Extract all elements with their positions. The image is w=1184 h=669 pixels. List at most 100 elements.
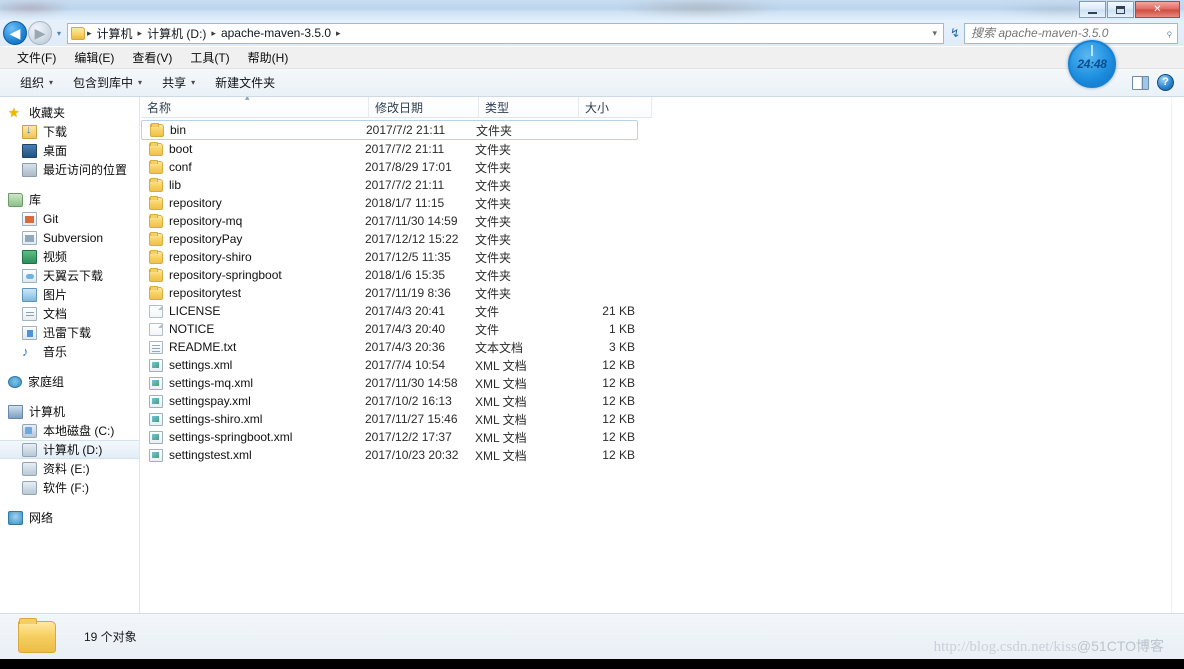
table-row[interactable]: NOTICE 2017/4/3 20:40 文件 1 KB [141,320,638,338]
xml-icon [149,376,163,390]
column-header-name[interactable]: 名称 [141,97,369,118]
sidebar-item-thunder-download[interactable]: 迅雷下载 [0,323,139,342]
table-row[interactable]: settings-shiro.xml 2017/11/27 15:46 XML 文档… [141,410,638,428]
table-row[interactable]: boot 2017/7/2 21:11 文件夹 [141,140,638,158]
file-name-label: repository-springboot [169,268,282,282]
table-row[interactable]: repositorytest 2017/11/19 8:36 文件夹 [141,284,638,302]
table-row[interactable]: settings-springboot.xml 2017/12/2 17:37 XM… [141,428,638,446]
breadcrumb-item-apache-maven[interactable]: apache-maven-3.5.0 [218,26,334,40]
sidebar-item-recent-places[interactable]: 最近访问的位置 [0,160,139,179]
table-row[interactable]: lib 2017/7/2 21:11 文件夹 [141,176,638,194]
desktop-icon [22,143,37,158]
search-input[interactable] [971,26,1167,40]
table-row[interactable]: settingspay.xml 2017/10/2 16:13 XML 文档 12 K… [141,392,638,410]
toolbar-share-button[interactable]: 共享 ▾ [152,71,205,94]
table-row[interactable]: repository-shiro 2017/12/5 11:35 文件夹 [141,248,638,266]
table-row[interactable]: bin 2017/7/2 21:11 文件夹 [141,120,638,140]
sidebar-item-desktop[interactable]: 桌面 [0,141,139,160]
breadcrumb-dropdown-icon[interactable]: ▾ [926,28,943,39]
file-name-cell: repository [149,195,365,210]
sidebar-item-pictures[interactable]: 图片 [0,285,139,304]
table-row[interactable]: LICENSE 2017/4/3 20:41 文件 21 KB [141,302,638,320]
breadcrumb-item-drive-d[interactable]: 计算机 (D:) [144,25,209,42]
timer-overlay[interactable]: 24:48 [1068,40,1116,88]
file-size-cell: 12 KB [602,448,635,462]
star-icon: ★ [8,104,20,120]
cloud-download-icon [22,268,37,283]
table-row[interactable]: repository 2018/1/7 11:15 文件夹 [141,194,638,212]
file-name-label: settings-springboot.xml [169,430,293,444]
table-row[interactable]: settingstest.xml 2017/10/23 20:32 XML 文档 12… [141,446,638,464]
folder-icon [149,213,163,228]
sidebar-item-downloads[interactable]: 下载 [0,122,139,141]
forward-button[interactable]: ▶ [28,21,52,45]
menu-item-file[interactable]: 文件(F) [8,47,65,68]
search-box[interactable]: ⌕ [964,22,1178,44]
table-row[interactable]: README.txt 2017/4/3 20:36 文本文档 3 KB [141,338,638,356]
table-row[interactable]: settings.xml 2017/7/4 10:54 XML 文档 12 KB [141,356,638,374]
menu-item-help[interactable]: 帮助(H) [239,47,298,68]
column-header-size[interactable]: 大小 [579,97,652,118]
minimize-button[interactable] [1079,1,1106,18]
sidebar-item-drive-f[interactable]: 软件 (F:) [0,478,139,497]
toolbar-new-folder-button[interactable]: 新建文件夹 [205,71,285,94]
sidebar-item-drive-e[interactable]: 资料 (E:) [0,459,139,478]
sidebar-group-libraries[interactable]: 库 [0,190,139,209]
sidebar-item-documents[interactable]: 文档 [0,304,139,323]
sidebar-item-downloads-label: 下载 [43,125,68,139]
maximize-icon [1116,5,1125,14]
sidebar-group-homegroup[interactable]: 家庭组 [0,372,139,391]
menu-item-view[interactable]: 查看(V) [123,47,181,68]
sidebar-item-drive-d[interactable]: 计算机 (D:) [0,440,139,459]
history-dropdown-icon[interactable]: ▾ [53,29,65,38]
xml-icon [149,358,163,372]
watermark-suffix: @51CTO博客 [1076,638,1164,654]
chevron-down-icon: ▾ [191,78,196,87]
sidebar-group-computer[interactable]: 计算机 [0,402,139,421]
table-row[interactable]: repository-mq 2017/11/30 14:59 文件夹 [141,212,638,230]
help-icon[interactable]: ? [1157,74,1174,91]
table-row[interactable]: repository-springboot 2018/1/6 15:35 文件夹 [141,266,638,284]
back-button[interactable]: ◀ [3,21,27,45]
refresh-icon[interactable]: ↯ [946,26,964,40]
maximize-button[interactable] [1107,1,1134,18]
file-date-cell: 2017/4/3 20:36 [365,340,446,354]
file-name-cell: repositoryPay [149,231,365,246]
file-date-cell: 2017/12/12 15:22 [365,232,459,246]
toolbar-include-in-library-button[interactable]: 包含到库中 ▾ [63,71,152,94]
column-header-date-modified[interactable]: 修改日期 [369,97,479,118]
file-size-cell: 12 KB [602,394,635,408]
sidebar-item-git[interactable]: Git [0,209,139,228]
file-name-cell: repository-mq [149,213,365,228]
table-row[interactable]: repositoryPay 2017/12/12 15:22 文件夹 [141,230,638,248]
sidebar-item-subversion[interactable]: Subversion [0,228,139,247]
close-button[interactable]: ✕ [1135,1,1180,18]
column-header-type[interactable]: 类型 [479,97,579,118]
table-row[interactable]: settings-mq.xml 2017/11/30 14:58 XML 文档 12 … [141,374,638,392]
sidebar-group-homegroup-label: 家庭组 [28,375,65,389]
file-type-cell: XML 文档 [475,394,527,409]
menu-item-tools[interactable]: 工具(T) [181,47,238,68]
sidebar-item-videos[interactable]: 视频 [0,247,139,266]
breadcrumb-separator: ▸ [336,27,341,38]
address-bar: ◀ ▶ ▾ ▸ 计算机 ▸ 计算机 (D:) ▸ apache-maven-3.… [0,20,1184,46]
file-name-label: boot [169,142,193,156]
sidebar-group-favorites[interactable]: ★ 收藏夹 [0,103,139,122]
sidebar-item-cloud-download[interactable]: 天翼云下载 [0,266,139,285]
menu-item-edit[interactable]: 编辑(E) [65,47,123,68]
file-date-cell: 2017/12/5 11:35 [365,250,451,264]
breadcrumb-bar[interactable]: ▸ 计算机 ▸ 计算机 (D:) ▸ apache-maven-3.5.0 ▸ … [67,22,944,44]
sidebar-item-drive-c[interactable]: 本地磁盘 (C:) [0,421,139,440]
breadcrumb-item-computer[interactable]: 计算机 [94,25,136,42]
file-date-cell: 2017/4/3 20:41 [365,304,446,318]
preview-pane-icon[interactable] [1132,75,1149,90]
file-list-pane: 名称 修改日期 类型 大小 ▴ bin 2017/7/2 21:11 文件夹 boot… [141,97,1184,613]
toolbar-organize-button[interactable]: 组织 ▾ [10,71,63,94]
file-date-cell: 2018/1/6 15:35 [365,268,446,282]
sidebar-item-music[interactable]: ♪ 音乐 [0,342,139,361]
file-rows: bin 2017/7/2 21:11 文件夹 boot 2017/7/2 21:11 文件… [141,118,1184,464]
folder-icon [149,285,163,300]
sidebar-group-network[interactable]: 网络 [0,508,139,527]
table-row[interactable]: conf 2017/8/29 17:01 文件夹 [141,158,638,176]
